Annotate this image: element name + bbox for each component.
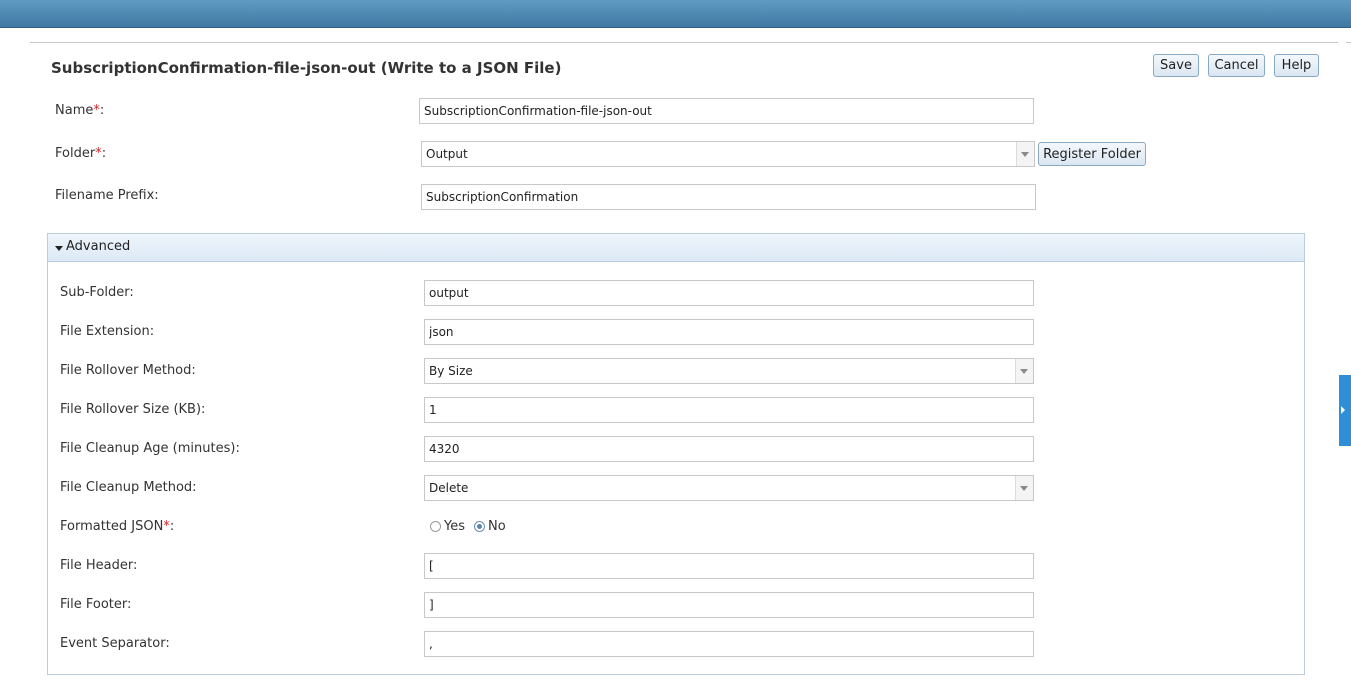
radio-no[interactable] [474, 521, 485, 532]
chevron-down-icon[interactable] [1015, 359, 1033, 383]
app-top-bar [0, 0, 1351, 28]
file-header-label: File Header: [60, 558, 138, 573]
file-extension-label: File Extension: [60, 324, 155, 339]
file-rollover-method-select[interactable]: By Size [424, 358, 1034, 384]
file-cleanup-method-select[interactable]: Delete [424, 475, 1034, 501]
event-separator-label: Event Separator: [60, 636, 170, 651]
sub-folder-input[interactable] [424, 280, 1034, 306]
file-rollover-method-value: By Size [429, 364, 473, 378]
cancel-button[interactable]: Cancel [1208, 54, 1265, 77]
file-cleanup-age-input[interactable] [424, 436, 1034, 462]
filename-prefix-label: Filename Prefix: [55, 188, 159, 203]
file-extension-input[interactable] [424, 319, 1034, 345]
side-panel-toggle[interactable] [1339, 375, 1351, 446]
formatted-json-label: Formatted JSON*: [60, 519, 175, 534]
file-rollover-size-input[interactable] [424, 397, 1034, 423]
help-button[interactable]: Help [1274, 54, 1319, 77]
file-footer-label: File Footer: [60, 597, 132, 612]
radio-yes[interactable] [430, 521, 441, 532]
chevron-down-icon[interactable] [1015, 476, 1033, 500]
formatted-json-no[interactable]: No [474, 519, 506, 534]
folder-select-value: Output [426, 147, 468, 161]
file-cleanup-method-label: File Cleanup Method: [60, 480, 197, 495]
formatted-json-yes[interactable]: Yes [430, 519, 465, 534]
file-rollover-method-label: File Rollover Method: [60, 363, 196, 378]
file-header-input[interactable] [424, 553, 1034, 579]
page-title: SubscriptionConfirmation-file-json-out (… [51, 59, 562, 77]
file-cleanup-method-value: Delete [429, 481, 469, 495]
folder-label: Folder*: [55, 146, 107, 161]
folder-select[interactable]: Output [421, 141, 1035, 167]
register-folder-button[interactable]: Register Folder [1038, 142, 1146, 166]
header-divider [30, 42, 1338, 43]
sub-folder-label: Sub-Folder: [60, 285, 134, 300]
caret-down-icon[interactable] [55, 246, 63, 251]
advanced-panel-title: Advanced [66, 239, 131, 254]
header-divider-end [1346, 42, 1351, 43]
file-cleanup-age-label: File Cleanup Age (minutes): [60, 441, 240, 456]
file-footer-input[interactable] [424, 592, 1034, 618]
file-rollover-size-label: File Rollover Size (KB): [60, 402, 206, 417]
name-label: Name*: [55, 103, 105, 118]
chevron-down-icon[interactable] [1016, 142, 1034, 166]
radio-yes-label: Yes [444, 519, 465, 534]
advanced-panel-header[interactable]: Advanced [48, 234, 1304, 262]
name-input[interactable] [419, 98, 1034, 124]
filename-prefix-input[interactable] [421, 184, 1036, 210]
event-separator-input[interactable] [424, 631, 1034, 657]
save-button[interactable]: Save [1153, 54, 1199, 77]
radio-no-label: No [488, 519, 506, 534]
